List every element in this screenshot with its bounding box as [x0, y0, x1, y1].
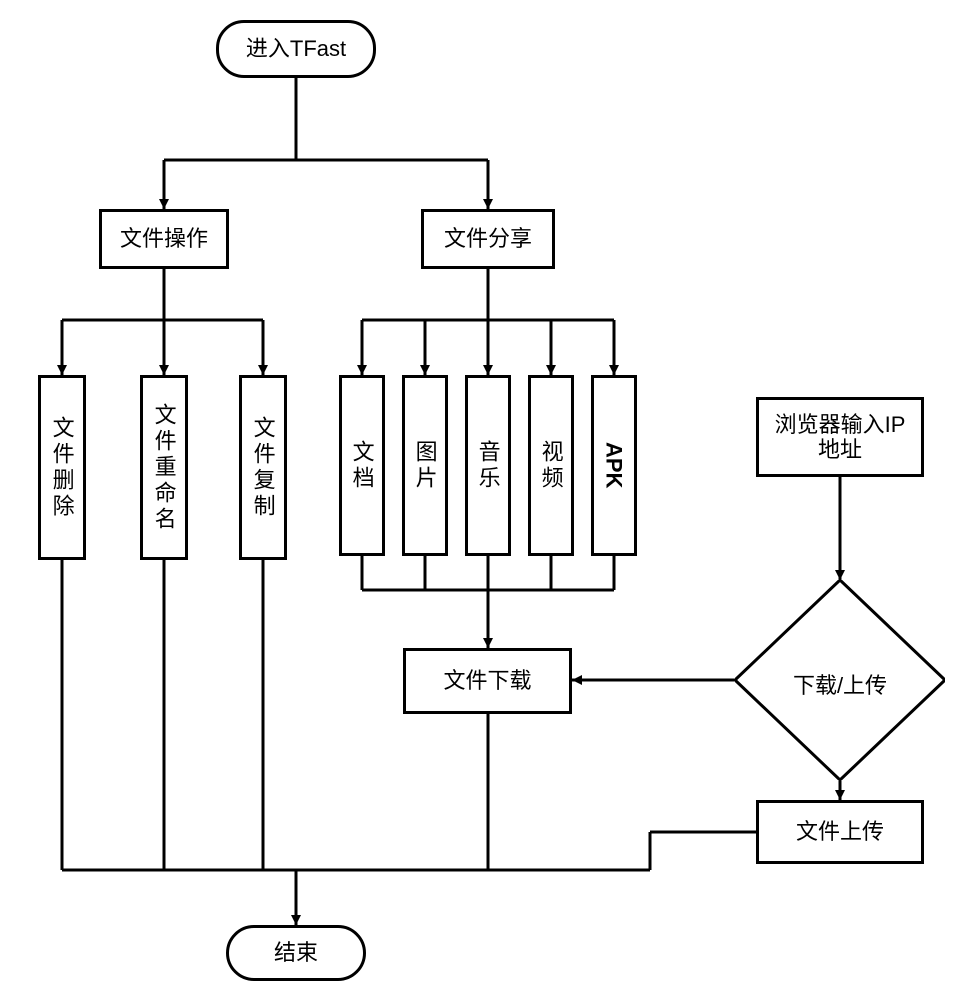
label-upload: 文件上传 [796, 819, 884, 844]
node-share-video: 视频 [528, 375, 574, 556]
node-file-ops: 文件操作 [99, 209, 229, 269]
node-decision-dl-up: 下载/上传 [735, 580, 945, 780]
label-file-ops: 文件操作 [120, 226, 208, 251]
label-op-rename: 文件重命名 [151, 403, 176, 533]
node-end: 结束 [226, 925, 366, 981]
label-file-share: 文件分享 [444, 226, 532, 251]
node-download: 文件下载 [403, 648, 572, 714]
node-file-share: 文件分享 [421, 209, 555, 269]
label-browser-ip-l1: 浏览器输入IP [775, 412, 906, 437]
label-op-copy: 文件复制 [250, 416, 275, 520]
label-end: 结束 [274, 940, 318, 965]
label-decision: 下载/上传 [793, 673, 887, 698]
label-share-video: 视频 [538, 440, 563, 492]
node-share-doc: 文档 [339, 375, 385, 556]
label-share-doc: 文档 [349, 440, 374, 492]
node-start: 进入TFast [216, 20, 376, 78]
node-op-delete: 文件删除 [38, 375, 86, 560]
node-op-copy: 文件复制 [239, 375, 287, 560]
label-share-music: 音乐 [475, 440, 500, 492]
label-share-apk: APK [601, 442, 626, 488]
node-op-rename: 文件重命名 [140, 375, 188, 560]
label-browser-ip-l2: 地址 [818, 437, 862, 462]
node-share-img: 图片 [402, 375, 448, 556]
node-share-music: 音乐 [465, 375, 511, 556]
label-share-img: 图片 [412, 440, 437, 492]
node-browser-ip: 浏览器输入IP 地址 [756, 397, 924, 477]
label-start: 进入TFast [246, 36, 346, 61]
node-share-apk: APK [591, 375, 637, 556]
label-op-delete: 文件删除 [49, 416, 74, 520]
label-download: 文件下载 [443, 668, 531, 693]
node-upload: 文件上传 [756, 800, 924, 864]
